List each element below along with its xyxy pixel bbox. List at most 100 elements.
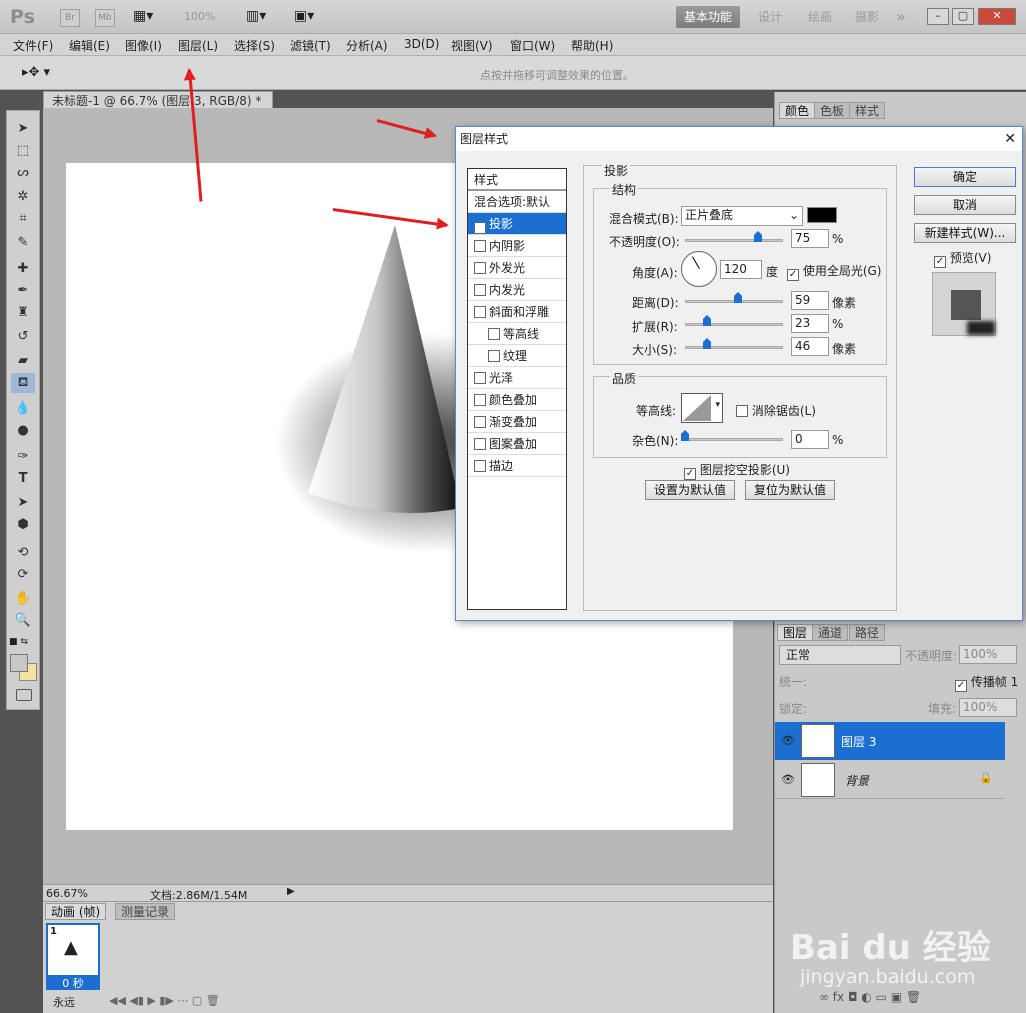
style-item-5[interactable]: 等高线 (468, 323, 566, 345)
propagate-frame-checkbox[interactable]: ✓ 传播帧 1 (955, 673, 1018, 692)
style-item-0[interactable]: ✓ 投影 (468, 213, 566, 235)
style-item-2[interactable]: 外发光 (468, 257, 566, 279)
workspace-essentials[interactable]: 基本功能 (676, 6, 741, 28)
style-checkbox[interactable] (474, 416, 486, 428)
foreground-color-swatch[interactable] (10, 654, 28, 672)
path-select-icon[interactable]: ➤ (11, 493, 35, 513)
style-checkbox[interactable] (474, 372, 486, 384)
eyedropper-icon[interactable]: ✎ (11, 233, 35, 253)
frame-thumbnail[interactable]: 1 ▲ 0 秒 (46, 923, 100, 990)
styles-header[interactable]: 样式 (468, 169, 566, 191)
style-checkbox[interactable] (474, 394, 486, 406)
angle-field[interactable]: 120 (720, 260, 762, 279)
style-checkbox[interactable]: ✓ (474, 222, 486, 234)
blending-options-item[interactable]: 混合选项:默认 (468, 191, 566, 213)
zoom-tool-icon[interactable]: 🔍 (11, 611, 35, 631)
menu-analysis[interactable]: 分析(A) (346, 37, 388, 54)
minibridge-button[interactable]: Mb (95, 9, 115, 27)
tab-paths[interactable]: 路径 (849, 624, 886, 641)
make-default-button[interactable]: 设置为默认值 (645, 480, 735, 500)
hand-tool-icon[interactable]: ✋ (11, 589, 35, 609)
marquee-tool-icon[interactable]: ⬚ (11, 141, 35, 161)
shadow-color-swatch[interactable] (807, 207, 837, 223)
style-item-9[interactable]: 渐变叠加 (468, 411, 566, 433)
style-item-1[interactable]: 内阴影 (468, 235, 566, 257)
workspace-design[interactable]: 设计 (750, 6, 790, 28)
blend-mode-dropdown[interactable]: 正片叠底 ⌄ (681, 206, 803, 226)
menu-image[interactable]: 图像(I) (125, 37, 162, 54)
noise-field[interactable]: 0 (791, 430, 829, 449)
minimize-icon[interactable]: – (927, 8, 949, 25)
frame-delay[interactable]: 0 秒 (48, 975, 98, 990)
more-workspaces-icon[interactable]: » (888, 6, 914, 28)
opacity-slider[interactable] (685, 239, 783, 242)
distance-field[interactable]: 59 (791, 291, 829, 310)
close-icon[interactable]: ✕ (978, 8, 1016, 25)
zoom-readout[interactable]: 66.67% (46, 887, 88, 900)
status-menu-icon[interactable]: ▶ (287, 886, 295, 897)
layer-row[interactable]: 👁 图层 3 (775, 722, 1005, 760)
style-checkbox[interactable] (488, 350, 500, 362)
workspace-painting[interactable]: 绘画 (800, 6, 840, 28)
tab-measurement[interactable]: 测量记录 (115, 903, 176, 920)
layer-row[interactable]: 👁 背景 🔒 (775, 761, 1005, 799)
3d-orbit-icon[interactable]: ⟳ (11, 565, 35, 585)
magic-wand-icon[interactable]: ✲ (11, 187, 35, 207)
menu-file[interactable]: 文件(F) (13, 37, 53, 54)
style-checkbox[interactable] (474, 438, 486, 450)
bridge-button[interactable]: Br (60, 9, 80, 27)
contour-picker[interactable]: ▾ (681, 393, 723, 423)
playback-controls-icon[interactable]: ◀◀ ◀▮ ▶ ▮▶ ⋯ ▢ 🗑 (109, 994, 220, 1007)
style-item-3[interactable]: 内发光 (468, 279, 566, 301)
layer-opacity-field[interactable]: 100% (959, 645, 1017, 664)
spread-slider[interactable] (685, 323, 783, 326)
menu-filter[interactable]: 滤镜(T) (290, 37, 331, 54)
menu-window[interactable]: 窗口(W) (510, 37, 555, 54)
blur-tool-icon[interactable]: 💧 (11, 399, 35, 419)
screen-mode-icon[interactable]: ▣▾ (294, 8, 314, 24)
style-item-6[interactable]: 纹理 (468, 345, 566, 367)
tab-color[interactable]: 颜色 (779, 102, 816, 119)
style-checkbox[interactable] (474, 284, 486, 296)
antialias-checkbox[interactable]: 消除锯齿(L) (736, 402, 816, 419)
ok-button[interactable]: 确定 (914, 167, 1016, 187)
dodge-tool-icon[interactable]: ● (11, 421, 35, 441)
3d-rotate-icon[interactable]: ⟲ (11, 543, 35, 563)
quick-mask-icon[interactable] (16, 689, 32, 701)
menu-3d[interactable]: 3D(D) (404, 37, 439, 51)
eraser-icon[interactable]: ▰ (11, 351, 35, 371)
move-tool-icon[interactable]: ▸✥ ▾ (22, 65, 50, 80)
tab-channels[interactable]: 通道 (812, 624, 849, 641)
tab-layers[interactable]: 图层 (777, 624, 814, 641)
style-checkbox[interactable] (474, 460, 486, 472)
noise-slider[interactable] (685, 438, 783, 441)
menu-view[interactable]: 视图(V) (451, 37, 493, 54)
style-checkbox[interactable] (474, 306, 486, 318)
paint-bucket-icon[interactable]: ⛾ (11, 373, 35, 393)
cancel-button[interactable]: 取消 (914, 195, 1016, 215)
view-extras-icon[interactable]: ▦▾ (133, 8, 153, 24)
pen-tool-icon[interactable]: ✑ (11, 447, 35, 467)
menu-select[interactable]: 选择(S) (234, 37, 275, 54)
style-checkbox[interactable] (474, 240, 486, 252)
opacity-field[interactable]: 75 (791, 229, 829, 248)
style-item-8[interactable]: 颜色叠加 (468, 389, 566, 411)
lasso-tool-icon[interactable]: ᔕ (11, 163, 35, 183)
move-tool-icon[interactable]: ➤ (11, 119, 35, 139)
workspace-photography[interactable]: 摄影 (847, 6, 887, 28)
menu-help[interactable]: 帮助(H) (571, 37, 613, 54)
spread-field[interactable]: 23 (791, 314, 829, 333)
style-item-10[interactable]: 图案叠加 (468, 433, 566, 455)
menu-edit[interactable]: 编辑(E) (69, 37, 110, 54)
stamp-tool-icon[interactable]: ♜ (11, 303, 35, 323)
type-tool-icon[interactable]: T (11, 469, 35, 489)
reset-default-button[interactable]: 复位为默认值 (745, 480, 835, 500)
maximize-icon[interactable]: ▢ (952, 8, 974, 25)
arrange-documents-icon[interactable]: ▥▾ (246, 8, 266, 24)
style-checkbox[interactable] (488, 328, 500, 340)
preview-checkbox[interactable]: ✓ 预览(V) (934, 249, 991, 268)
visibility-eye-icon[interactable]: 👁 (781, 734, 795, 747)
fill-field[interactable]: 100% (959, 698, 1017, 717)
menu-layer[interactable]: 图层(L) (178, 37, 218, 54)
loop-option[interactable]: 永远 (53, 994, 75, 1010)
